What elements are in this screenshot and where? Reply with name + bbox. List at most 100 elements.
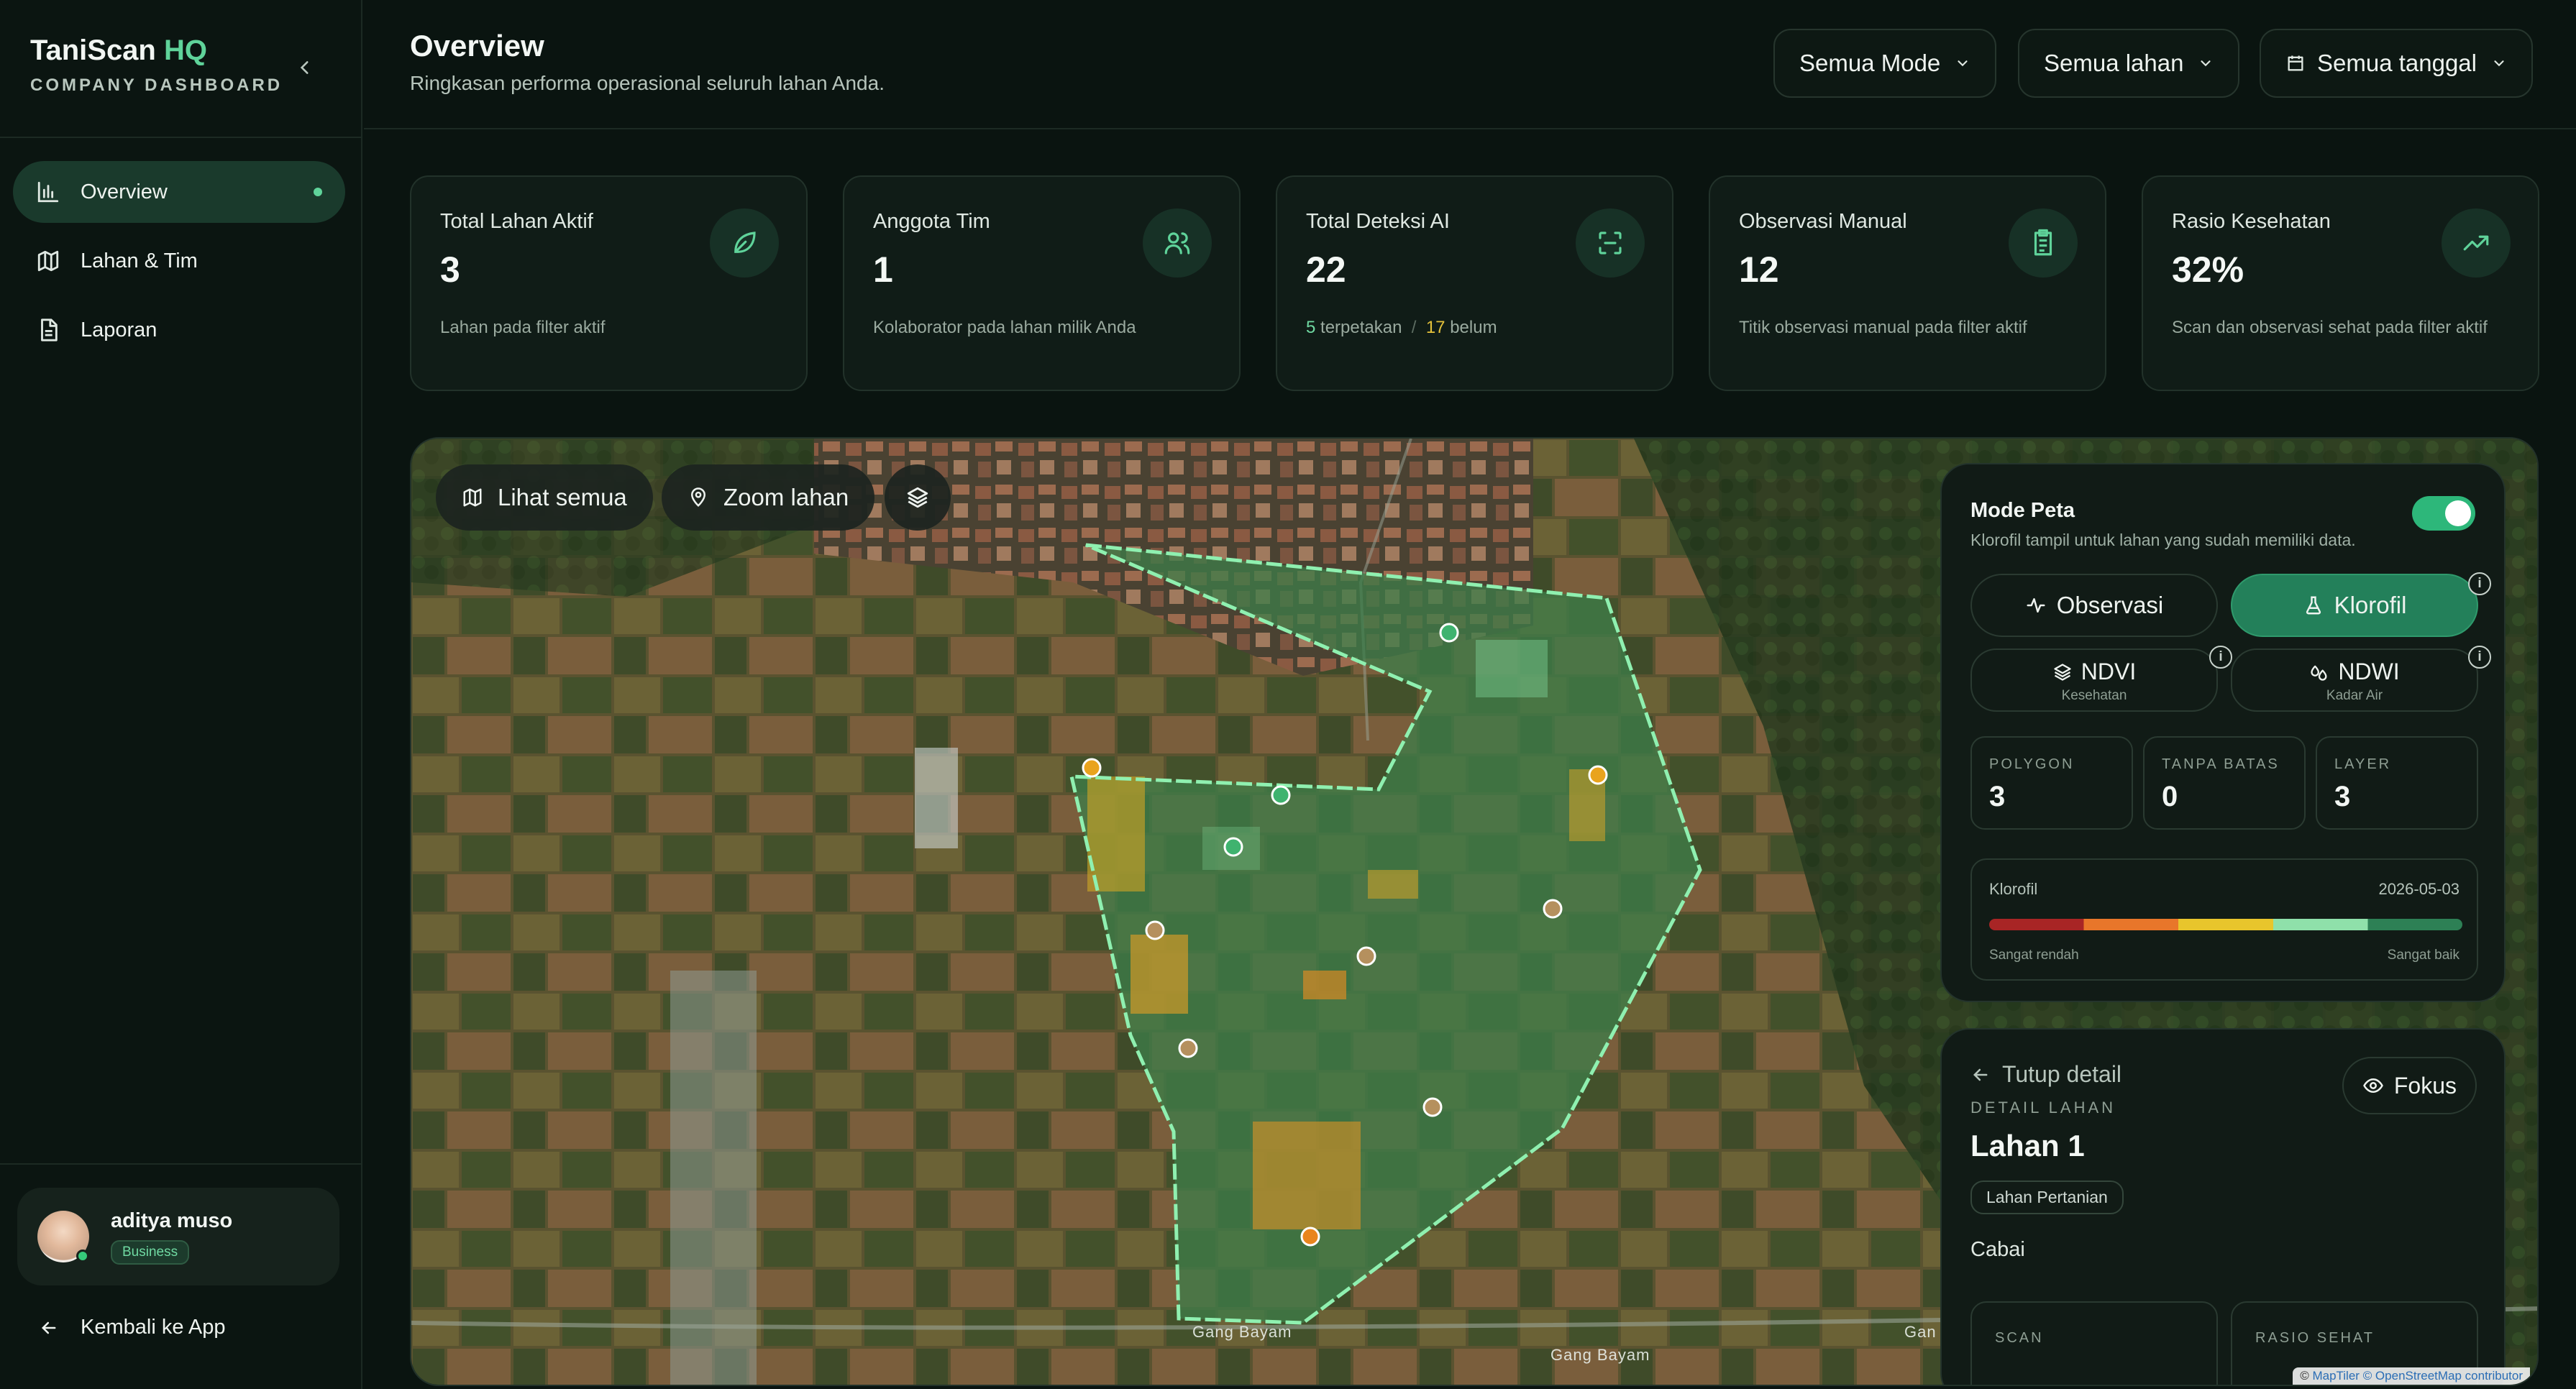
sidebar-item-lahan-tim[interactable]: Lahan & Tim [13, 230, 345, 292]
arrow-left-icon [42, 1321, 56, 1334]
mode-ndwi-sublabel: Kadar Air [2326, 688, 2383, 703]
separator: / [1411, 318, 1417, 337]
mode-filter-dropdown[interactable]: Semua Mode [1773, 29, 1997, 98]
map-mode-toggle[interactable] [2412, 496, 2475, 531]
chevron-down-icon [2201, 60, 2211, 67]
maptiler-link[interactable]: MapTiler [2312, 1369, 2360, 1383]
card-description: Lahan pada filter aktif [440, 318, 606, 337]
osm-link[interactable]: © OpenStreetMap contributor [2363, 1369, 2523, 1383]
chevron-down-icon [2494, 60, 2504, 67]
mapped-count: 5 [1306, 318, 1316, 337]
info-icon[interactable]: i [2468, 646, 2491, 669]
mode-filter-value: Semua Mode [1799, 50, 1941, 76]
user-name: aditya muso [111, 1209, 233, 1232]
card-value: 22 [1306, 249, 1346, 290]
mapped-label: terpetakan [1320, 318, 1402, 337]
avatar [37, 1211, 89, 1262]
layers-icon [907, 487, 928, 508]
zoom-field-button[interactable]: Zoom lahan [662, 464, 875, 531]
mode-klorofil-button[interactable]: Klorofil [2231, 574, 2478, 637]
card-value: 1 [873, 249, 893, 290]
view-all-button[interactable]: Lihat semua [436, 464, 653, 531]
sidebar-item-label: Overview [81, 180, 168, 203]
sidebar-item-label: Lahan & Tim [81, 249, 198, 272]
info-icon[interactable]: i [2468, 572, 2491, 595]
card-value: 12 [1739, 249, 1779, 290]
unmapped-label: belum [1450, 318, 1497, 337]
detail-caption: DETAIL LAHAN [1970, 1099, 2116, 1117]
mode-ndwi-label: NDWI [2338, 659, 2400, 684]
back-to-app-link[interactable]: Kembali ke App [39, 1316, 226, 1339]
card-icon-wrap [2442, 208, 2511, 278]
stat-label: LAYER [2334, 756, 2392, 772]
flask-icon [2306, 596, 2321, 615]
page-title: Overview [410, 29, 544, 63]
tanggal-filter-dropdown[interactable]: Semua tanggal [2260, 29, 2533, 98]
user-card[interactable]: aditya muso Business [17, 1188, 339, 1285]
sidebar-item-label: Laporan [81, 318, 157, 341]
users-icon [1164, 232, 1190, 255]
field-detail-panel: Tutup detail DETAIL LAHAN Lahan 1 Lahan … [1940, 1028, 2506, 1385]
lahan-filter-dropdown[interactable]: Semua lahan [2018, 29, 2240, 98]
mode-ndvi-button[interactable]: NDVI Kesehatan [1970, 648, 2218, 712]
mode-observasi-label: Observasi [2056, 592, 2164, 618]
card-description: Kolaborator pada lahan milik Anda [873, 318, 1136, 337]
detail-stat-scan: SCAN [1970, 1301, 2218, 1385]
mode-ndwi-button[interactable]: NDWI Kadar Air [2231, 648, 2478, 712]
card-total-deteksi-ai: Total Deteksi AI 22 5 terpetakan / 17 be… [1276, 175, 1673, 391]
eye-icon [2362, 1078, 2383, 1094]
field-name: Lahan 1 [1970, 1129, 2085, 1163]
arrow-left-icon [1973, 1068, 1988, 1081]
sidebar-nav: Overview Lahan & Tim Laporan [13, 161, 345, 368]
sidebar-divider [0, 137, 362, 138]
brand-accent: HQ [164, 35, 207, 66]
layers-button[interactable] [885, 464, 951, 531]
road-label: Gan [1904, 1323, 1937, 1341]
collapse-sidebar-button[interactable] [288, 50, 322, 85]
panel-subtitle: Klorofil tampil untuk lahan yang sudah m… [1970, 531, 2356, 549]
mode-observasi-button[interactable]: Observasi [1970, 574, 2218, 637]
card-icon-wrap [710, 208, 779, 278]
stat-value: 3 [2334, 781, 2351, 812]
calendar-icon [2288, 55, 2303, 71]
field-type-tag: Lahan Pertanian [1970, 1181, 2124, 1214]
droplets-icon [2311, 665, 2327, 681]
clipboard-icon [2034, 229, 2052, 256]
focus-button[interactable]: Fokus [2342, 1057, 2477, 1114]
card-icon-wrap [2009, 208, 2078, 278]
stat-value: 0 [2162, 781, 2178, 812]
field-map[interactable]: Gang Bayam Gang Bayam Gan Lihat semua Zo… [410, 437, 2539, 1386]
road-label: Gang Bayam [1192, 1323, 1292, 1341]
brand-subtitle: COMPANY DASHBOARD [30, 75, 283, 95]
map-pin-icon [690, 487, 706, 507]
tanggal-filter-value: Semua tanggal [2317, 50, 2477, 76]
brand[interactable]: TaniScan HQ COMPANY DASHBOARD [30, 35, 283, 96]
map-mode-panel: Mode Peta Klorofil tampil untuk lahan ya… [1940, 463, 2506, 1002]
close-detail-button[interactable]: Tutup detail [1970, 1061, 2121, 1088]
layers-icon [2054, 663, 2071, 681]
info-icon[interactable]: i [2209, 646, 2232, 669]
road-label: Gang Bayam [1550, 1346, 1650, 1364]
card-total-lahan-aktif: Total Lahan Aktif 3 Lahan pada filter ak… [410, 175, 808, 391]
scan-icon [1599, 232, 1622, 255]
sidebar-item-overview[interactable]: Overview [13, 161, 345, 223]
card-rasio-kesehatan: Rasio Kesehatan 32% Scan dan observasi s… [2142, 175, 2539, 391]
leaf-icon [734, 232, 756, 253]
stat-label: POLYGON [1989, 756, 2075, 772]
card-observasi-manual: Observasi Manual 12 Titik observasi manu… [1709, 175, 2106, 391]
stat-layer: LAYER 3 [2316, 736, 2478, 830]
card-title: Rasio Kesehatan [2172, 210, 2331, 233]
mode-ndvi-label: NDVI [2081, 659, 2137, 684]
chevron-down-icon [1958, 60, 1968, 67]
bar-chart-icon [37, 181, 59, 203]
field-crop: Cabai [1970, 1238, 2025, 1261]
sidebar-item-laporan[interactable]: Laporan [13, 299, 345, 361]
brand-name: TaniScan [30, 35, 156, 66]
card-title: Total Deteksi AI [1306, 210, 1450, 233]
zoom-field-label: Zoom lahan [723, 484, 849, 510]
activity-icon [2027, 598, 2045, 613]
chevron-left-icon [300, 61, 309, 74]
focus-label: Fokus [2393, 1072, 2457, 1099]
sidebar-divider [0, 1163, 362, 1165]
mode-ndwi-row: NDWI [2232, 659, 2477, 685]
